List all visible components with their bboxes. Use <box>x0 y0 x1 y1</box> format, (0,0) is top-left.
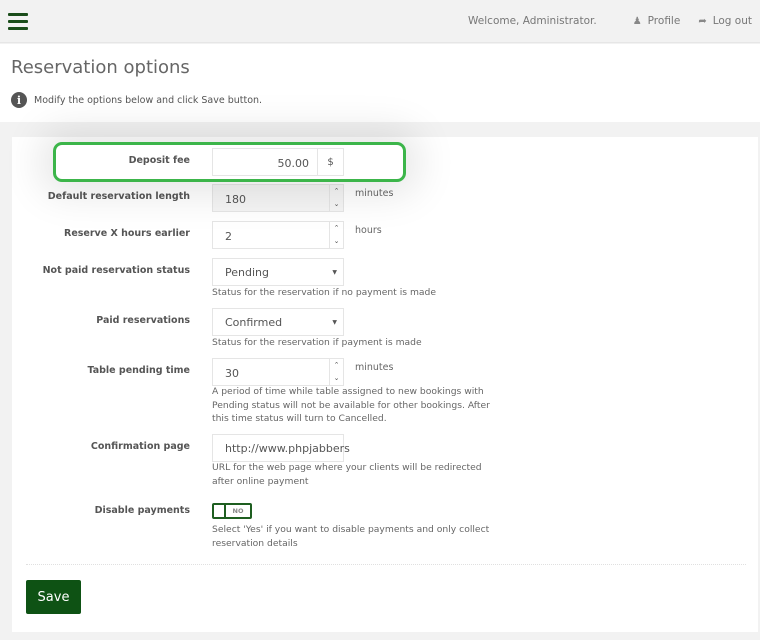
paid-status-select[interactable]: Confirmed ▼ <box>212 308 344 336</box>
toggle-state: NO <box>232 507 244 515</box>
sign-out-icon: ➦ <box>698 15 707 27</box>
paid-status-help: Status for the reservation if payment is… <box>212 337 422 348</box>
info-message: i Modify the options below and click Sav… <box>11 92 262 108</box>
info-circle-icon: i <box>11 92 27 108</box>
logout-label: Log out <box>712 15 752 27</box>
paid-status-value: Confirmed <box>225 315 283 329</box>
disable-payments-label: Disable payments <box>94 505 190 516</box>
welcome-text: Welcome, Administrator. <box>468 15 597 27</box>
chevron-up-icon[interactable]: ⌃ <box>330 359 343 372</box>
chevron-down-icon[interactable]: ⌄ <box>330 235 343 248</box>
options-form: Deposit fee 50.00 $ Default reservation … <box>12 137 758 632</box>
pending-time-stepper[interactable]: 30 ⌃ ⌄ <box>212 358 344 386</box>
chevron-up-icon[interactable]: ⌃ <box>330 222 343 235</box>
info-text: Modify the options below and click Save … <box>34 94 263 106</box>
top-nav: Welcome, Administrator. ♟ Profile ➦ Log … <box>468 15 752 27</box>
save-button[interactable]: Save <box>26 580 81 614</box>
form-divider <box>26 564 746 565</box>
not-paid-status-label: Not paid reservation status <box>42 265 190 276</box>
user-icon: ♟ <box>632 15 642 27</box>
reserve-earlier-value[interactable]: 2 <box>213 222 329 248</box>
pending-time-unit: minutes <box>355 362 394 373</box>
caret-down-icon: ▼ <box>332 319 337 326</box>
confirmation-page-label: Confirmation page <box>90 441 190 452</box>
reserve-earlier-label: Reserve X hours earlier <box>64 228 190 239</box>
default-length-label: Default reservation length <box>47 191 190 202</box>
top-bar: Welcome, Administrator. ♟ Profile ➦ Log … <box>0 0 760 43</box>
not-paid-status-help: Status for the reservation if no payment… <box>212 287 437 298</box>
logout-link[interactable]: ➦ Log out <box>698 15 752 27</box>
paid-status-label: Paid reservations <box>96 315 190 326</box>
confirmation-page-input[interactable]: http://www.phpjabbers <box>212 434 350 462</box>
default-length-value[interactable]: 180 <box>213 185 329 211</box>
profile-label: Profile <box>647 15 681 27</box>
disable-payments-toggle[interactable]: NO <box>212 503 252 519</box>
title-area: Reservation options i Modify the options… <box>0 44 760 122</box>
page-title: Reservation options <box>11 57 190 78</box>
deposit-fee-label: Deposit fee <box>128 155 190 166</box>
pending-time-label: Table pending time <box>87 365 190 376</box>
caret-down-icon: ▼ <box>332 269 337 276</box>
currency-addon: $ <box>317 149 343 175</box>
deposit-fee-input[interactable]: 50.00 <box>213 149 317 175</box>
not-paid-status-select[interactable]: Pending ▼ <box>212 258 344 286</box>
disable-payments-help: Select 'Yes' if you want to disable paym… <box>212 524 490 549</box>
toggle-knob <box>214 505 226 517</box>
chevron-down-icon[interactable]: ⌄ <box>330 372 343 385</box>
hamburger-menu-icon[interactable] <box>8 13 28 31</box>
deposit-fee-input-group: 50.00 $ <box>212 148 344 176</box>
chevron-up-icon[interactable]: ⌃ <box>330 185 343 198</box>
default-length-unit: minutes <box>355 188 394 199</box>
profile-link[interactable]: ♟ Profile <box>633 15 681 27</box>
pending-time-value[interactable]: 30 <box>213 359 329 385</box>
not-paid-status-value: Pending <box>225 265 269 279</box>
confirmation-page-help: URL for the web page where your clients … <box>212 462 482 487</box>
pending-time-help: A period of time while table assigned to… <box>212 386 490 424</box>
reserve-earlier-stepper[interactable]: 2 ⌃ ⌄ <box>212 221 344 249</box>
chevron-down-icon[interactable]: ⌄ <box>330 198 343 211</box>
reserve-earlier-unit: hours <box>355 225 382 236</box>
default-length-stepper[interactable]: 180 ⌃ ⌄ <box>212 184 344 212</box>
